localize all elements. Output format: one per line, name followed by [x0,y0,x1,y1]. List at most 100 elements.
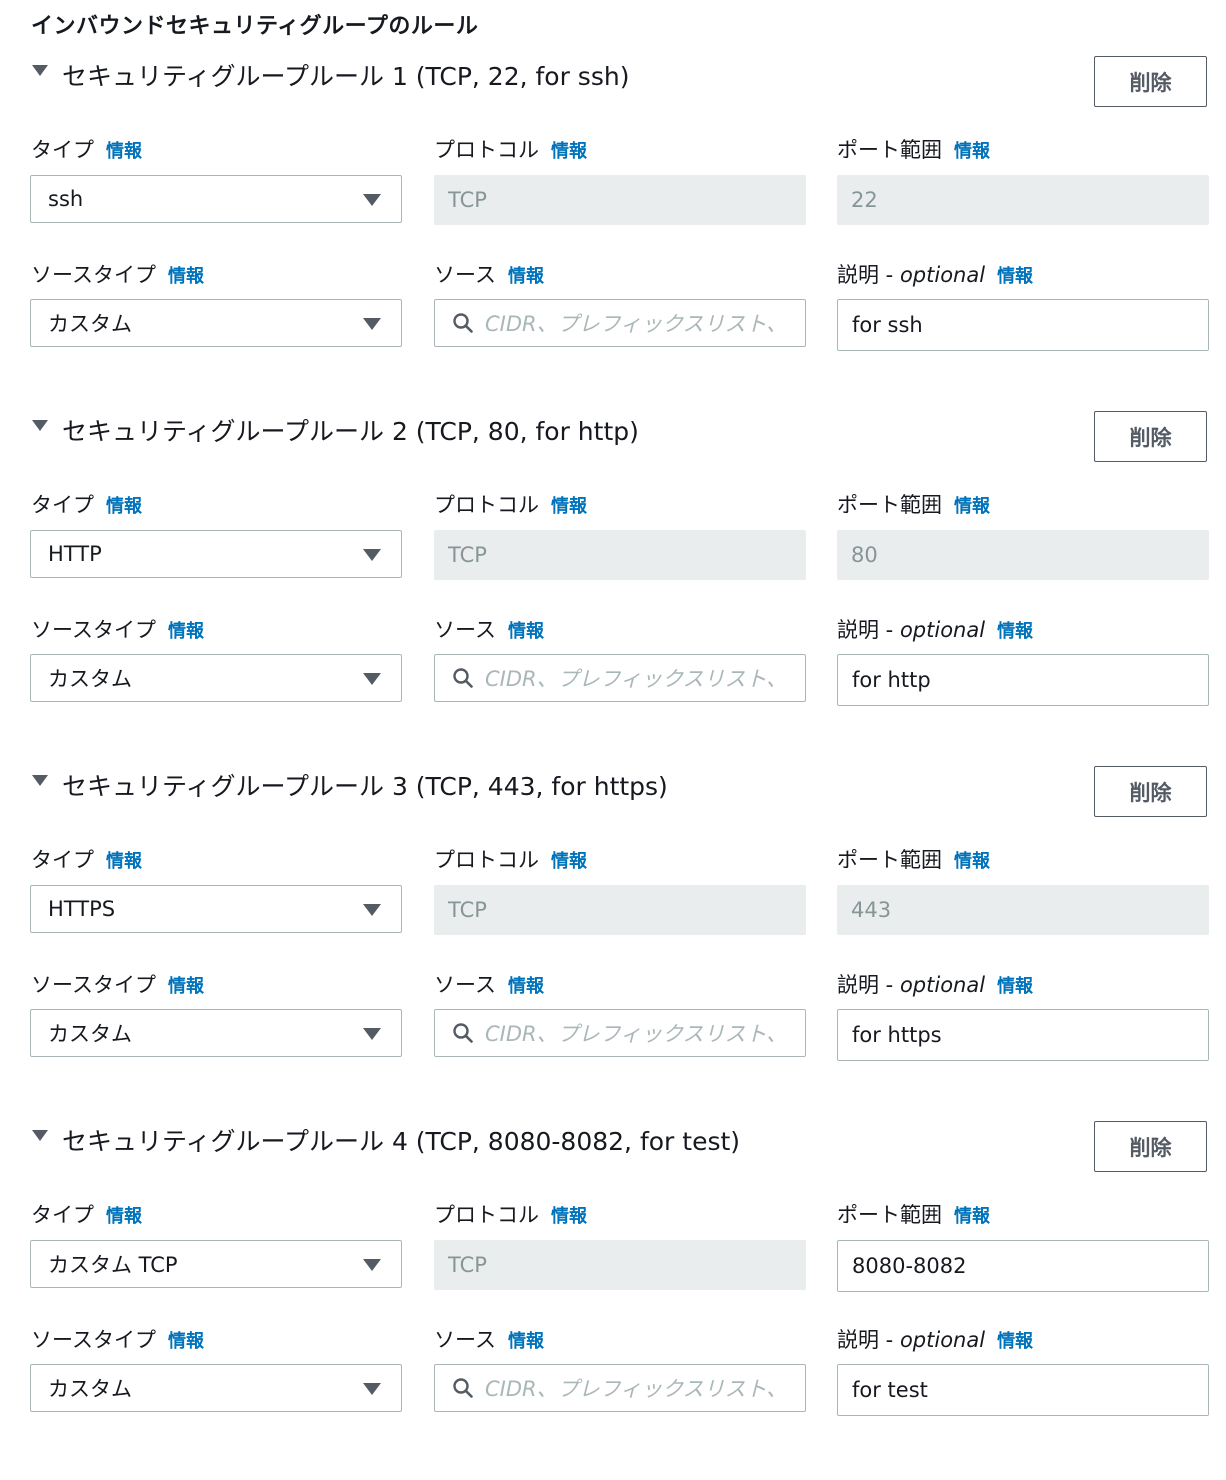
info-link[interactable]: 情報 [168,976,204,997]
source-search-input[interactable]: CIDR、プレフィックスリスト、 [434,1009,806,1057]
source-placeholder: CIDR、プレフィックスリスト、 [485,1022,788,1046]
protocol-label-text: プロトコル [434,1203,539,1227]
source-type-value: カスタム [48,1377,132,1401]
source-label: ソース 情報 [434,970,544,1002]
type-select-value: HTTP [48,542,102,566]
search-icon [453,1378,473,1398]
source-search-input[interactable]: CIDR、プレフィックスリスト、 [434,654,806,702]
port-range-field: 443 [837,885,1209,935]
info-link[interactable]: 情報 [997,1331,1033,1352]
type-select[interactable]: カスタム TCP [30,1240,402,1288]
type-label: タイプ 情報 [31,490,142,522]
delete-button[interactable]: 削除 [1094,411,1207,462]
source-search-input[interactable]: CIDR、プレフィックスリスト、 [434,299,806,347]
protocol-field: TCP [434,1240,806,1290]
source-placeholder: CIDR、プレフィックスリスト、 [485,312,788,336]
info-link[interactable]: 情報 [997,976,1033,997]
protocol-label-text: プロトコル [434,138,539,162]
description-input[interactable]: for https [837,1009,1209,1061]
collapse-caret-icon[interactable] [32,1130,48,1141]
type-label: タイプ 情報 [31,845,142,877]
info-link[interactable]: 情報 [954,851,990,872]
info-link[interactable]: 情報 [508,266,544,287]
info-link[interactable]: 情報 [508,976,544,997]
source-type-label: ソースタイプ 情報 [31,615,204,647]
type-label-text: タイプ [31,138,94,162]
source-type-select[interactable]: カスタム [30,654,402,702]
source-type-label-text: ソースタイプ [31,973,156,997]
info-link[interactable]: 情報 [106,1206,142,1227]
rule-title[interactable]: セキュリティグループルール 3 (TCP, 443, for https) [62,770,668,804]
description-input[interactable]: for ssh [837,299,1209,351]
type-label: タイプ 情報 [31,1200,142,1232]
source-type-select[interactable]: カスタム [30,1009,402,1057]
info-link[interactable]: 情報 [106,851,142,872]
type-select[interactable]: ssh [30,175,402,223]
info-link[interactable]: 情報 [954,141,990,162]
delete-button[interactable]: 削除 [1094,1121,1207,1172]
source-label-text: ソース [434,263,496,287]
info-link[interactable]: 情報 [106,496,142,517]
source-type-value: カスタム [48,312,132,336]
source-type-label: ソースタイプ 情報 [31,1325,204,1357]
description-input[interactable]: for http [837,654,1209,706]
source-type-select[interactable]: カスタム [30,1364,402,1412]
port-range-input[interactable]: 8080-8082 [837,1240,1209,1292]
port-range-label-text: ポート範囲 [837,1203,942,1227]
collapse-caret-icon[interactable] [32,65,48,76]
type-select[interactable]: HTTPS [30,885,402,933]
info-link[interactable]: 情報 [997,621,1033,642]
security-group-rule: セキュリティグループルール 4 (TCP, 8080-8082, for tes… [0,1121,1226,1480]
info-link[interactable]: 情報 [997,266,1033,287]
description-label: 説明 - optional 情報 [837,615,1033,647]
info-link[interactable]: 情報 [954,1206,990,1227]
info-link[interactable]: 情報 [551,141,587,162]
type-select[interactable]: HTTP [30,530,402,578]
collapse-caret-icon[interactable] [32,775,48,786]
optional-text: optional [899,618,986,642]
source-type-label-text: ソースタイプ [31,263,156,287]
source-type-value: カスタム [48,1022,132,1046]
port-range-label: ポート範囲 情報 [837,1200,990,1232]
optional-text: optional [899,973,986,997]
source-search-input[interactable]: CIDR、プレフィックスリスト、 [434,1364,806,1412]
info-link[interactable]: 情報 [954,496,990,517]
description-label-text: 説明 - [837,1328,894,1352]
info-link[interactable]: 情報 [551,851,587,872]
source-type-label: ソースタイプ 情報 [31,260,204,292]
dropdown-arrow-icon [363,904,381,916]
source-label: ソース 情報 [434,615,544,647]
source-label-text: ソース [434,1328,496,1352]
info-link[interactable]: 情報 [168,1331,204,1352]
info-link[interactable]: 情報 [168,621,204,642]
info-link[interactable]: 情報 [106,141,142,162]
type-label-text: タイプ [31,848,94,872]
delete-button[interactable]: 削除 [1094,766,1207,817]
rule-title[interactable]: セキュリティグループルール 2 (TCP, 80, for http) [62,415,639,449]
protocol-label-text: プロトコル [434,493,539,517]
rule-title[interactable]: セキュリティグループルール 1 (TCP, 22, for ssh) [62,60,629,94]
port-range-field: 80 [837,530,1209,580]
type-select-value: ssh [48,187,84,211]
security-group-rule: セキュリティグループルール 3 (TCP, 443, for https) 削除… [0,766,1226,1125]
type-select-value: カスタム TCP [48,1253,178,1277]
collapse-caret-icon[interactable] [32,420,48,431]
info-link[interactable]: 情報 [508,621,544,642]
description-label-text: 説明 - [837,618,894,642]
info-link[interactable]: 情報 [551,1206,587,1227]
description-input[interactable]: for test [837,1364,1209,1416]
source-placeholder: CIDR、プレフィックスリスト、 [485,667,788,691]
description-label: 説明 - optional 情報 [837,1325,1033,1357]
info-link[interactable]: 情報 [551,496,587,517]
source-label: ソース 情報 [434,1325,544,1357]
info-link[interactable]: 情報 [508,1331,544,1352]
rule-title[interactable]: セキュリティグループルール 4 (TCP, 8080-8082, for tes… [62,1125,740,1159]
protocol-label: プロトコル 情報 [434,490,587,522]
protocol-field: TCP [434,530,806,580]
delete-button[interactable]: 削除 [1094,56,1207,107]
source-type-select[interactable]: カスタム [30,299,402,347]
dropdown-arrow-icon [363,194,381,206]
info-link[interactable]: 情報 [168,266,204,287]
protocol-label: プロトコル 情報 [434,1200,587,1232]
search-icon [453,668,473,688]
